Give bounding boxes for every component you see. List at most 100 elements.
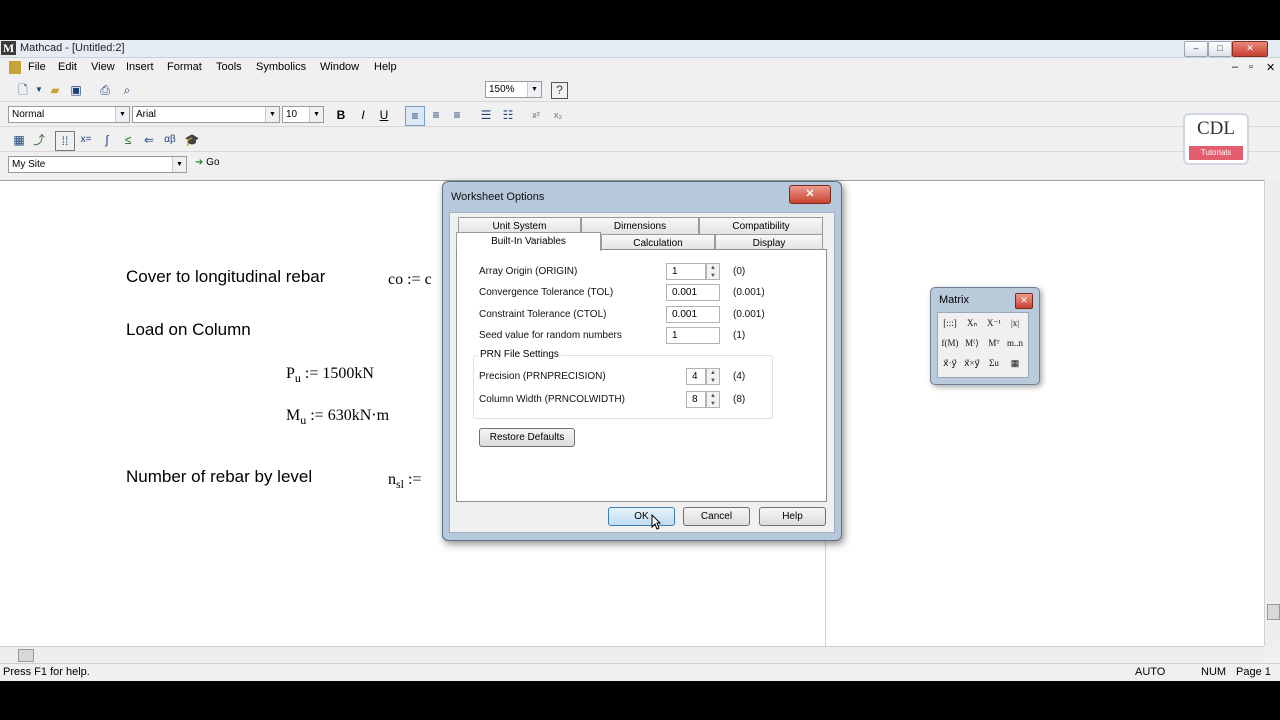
save-icon[interactable]: ▣ (67, 81, 85, 99)
status-page: Page 1 (1236, 666, 1271, 678)
menu-tools[interactable]: Tools (216, 61, 242, 73)
ctol-default: (0.001) (733, 309, 765, 320)
picture-icon[interactable]: ▦ (1005, 354, 1025, 372)
minimize-button[interactable]: – (1184, 41, 1208, 57)
tol-field[interactable]: 0.001 (666, 284, 720, 301)
precision-spinner[interactable]: ▲ ▼ (706, 368, 720, 385)
underline-button[interactable]: U (375, 106, 393, 124)
symbolic-icon[interactable]: 🎓 (183, 131, 201, 149)
colwidth-field[interactable]: 8 (686, 391, 706, 408)
close-button[interactable]: ✕ (1232, 41, 1268, 57)
calculus-icon[interactable]: ∫ (98, 131, 116, 149)
status-help-text: Press F1 for help. (3, 666, 90, 678)
dialog-close-button[interactable]: ✕ (789, 185, 831, 204)
open-icon[interactable]: ▰ (46, 81, 64, 99)
zoom-select[interactable]: 150% ▼ (485, 81, 542, 98)
menu-help[interactable]: Help (374, 61, 397, 73)
font-select[interactable]: Arial ▼ (132, 106, 280, 123)
dot-product-icon[interactable]: x⃗·y⃗ (940, 354, 960, 372)
ctol-label: Constraint Tolerance (CTOL) (479, 309, 607, 320)
menu-edit[interactable]: Edit (58, 61, 77, 73)
greek-icon[interactable]: αβ (161, 131, 179, 149)
vectorize-icon[interactable]: f(M) (940, 334, 960, 352)
superscript-icon[interactable]: x² (527, 106, 545, 124)
menu-view[interactable]: View (91, 61, 115, 73)
restore-defaults-button[interactable]: Restore Defaults (479, 428, 575, 447)
programming-icon[interactable]: ⇐ (140, 131, 158, 149)
mu-definition[interactable]: Mu := 630kN·m (286, 407, 389, 428)
subscript-icon[interactable]: x₂ (549, 106, 567, 124)
cover-label[interactable]: Cover to longitudinal rebar (126, 267, 325, 287)
help-button[interactable]: Help (759, 507, 826, 526)
doc-minimize-button[interactable]: – (1232, 61, 1238, 73)
matrix-inverse-icon[interactable]: X⁻¹ (984, 314, 1004, 332)
menu-insert[interactable]: Insert (126, 61, 154, 73)
doc-close-button[interactable]: ✕ (1266, 61, 1275, 74)
tab-compatibility[interactable]: Compatibility (699, 217, 823, 234)
origin-field[interactable]: 1 (666, 263, 706, 280)
pu-definition[interactable]: Pu := 1500kN (286, 365, 374, 386)
prn-file-settings-group: PRN File Settings (473, 349, 773, 419)
bold-button[interactable]: B (332, 106, 350, 124)
ok-button[interactable]: OK (608, 507, 675, 526)
colwidth-default: (8) (733, 394, 746, 405)
menu-window[interactable]: Window (320, 61, 359, 73)
cdl-watermark: CDL Tutorials (1183, 113, 1249, 165)
resources-toolbar: My Site ▼ ➜ Go (0, 153, 1280, 177)
italic-button[interactable]: I (354, 106, 372, 124)
document-icon[interactable] (9, 61, 21, 74)
seed-field[interactable]: 1 (666, 327, 720, 344)
co-definition[interactable]: co := c (388, 271, 432, 289)
dialog-title: Worksheet Options (451, 191, 545, 203)
horizontal-scrollbar[interactable] (0, 646, 1264, 662)
horizontal-scroll-thumb[interactable] (18, 649, 34, 662)
rebar-label[interactable]: Number of rebar by level (126, 467, 312, 487)
colwidth-spinner[interactable]: ▲ ▼ (706, 391, 720, 408)
nsl-definition[interactable]: nsl := (388, 471, 421, 492)
matrix-subscript-icon[interactable]: Xₙ (962, 314, 982, 332)
title-bar: M Mathcad - [Untitled:2] – □ ✕ (0, 40, 1280, 58)
doc-restore-button[interactable]: ▫ (1249, 61, 1253, 73)
cross-product-icon[interactable]: x⃗×y⃗ (962, 354, 982, 372)
maximize-button[interactable]: □ (1208, 41, 1232, 57)
tab-built-in-variables[interactable]: Built-In Variables (456, 232, 601, 251)
menu-symbolics[interactable]: Symbolics (256, 61, 306, 73)
align-right-icon[interactable]: ≡ (448, 106, 466, 124)
ctol-field[interactable]: 0.001 (666, 306, 720, 323)
matrix-toolbar-icon[interactable]: ⁞⁞ (55, 131, 75, 151)
origin-spinner[interactable]: ▲ ▼ (706, 263, 720, 280)
vertical-scrollbar[interactable] (1264, 180, 1280, 646)
align-center-icon[interactable]: ≡ (427, 106, 445, 124)
print-icon[interactable]: ⎙ (96, 81, 114, 99)
bullets-icon[interactable]: ☰ (477, 106, 495, 124)
vertical-scroll-thumb[interactable] (1267, 604, 1280, 620)
matrix-determinant-icon[interactable]: |x| (1005, 314, 1025, 332)
matrix-palette-title: Matrix (939, 294, 969, 306)
range-variable-icon[interactable]: m..n (1005, 334, 1025, 352)
graph-icon[interactable]: ⤴ (30, 131, 48, 149)
cancel-button[interactable]: Cancel (683, 507, 750, 526)
vector-sum-icon[interactable]: Σu (984, 354, 1004, 372)
help-icon[interactable]: ? (551, 82, 568, 99)
precision-field[interactable]: 4 (686, 368, 706, 385)
evaluation-icon[interactable]: x= (77, 131, 95, 149)
calculator-icon[interactable]: ▦ (10, 131, 28, 149)
matrix-column-icon[interactable]: M⁽⟩ (962, 334, 982, 352)
status-auto: AUTO (1135, 666, 1166, 678)
style-select[interactable]: Normal ▼ (8, 106, 130, 123)
site-select[interactable]: My Site ▼ (8, 156, 187, 173)
matrix-palette-close-button[interactable]: ✕ (1015, 293, 1033, 309)
align-left-icon[interactable]: ≡ (405, 106, 425, 126)
go-button[interactable]: ➜ Go (195, 157, 220, 168)
matrix-insert-icon[interactable]: [:::] (940, 314, 960, 332)
menu-file[interactable]: File (28, 61, 46, 73)
font-size-select[interactable]: 10 ▼ (282, 106, 324, 123)
prn-group-label: PRN File Settings (478, 349, 561, 360)
pu-val: := 1500kN (300, 365, 374, 382)
boolean-icon[interactable]: ≤ (119, 131, 137, 149)
print-preview-icon[interactable]: ⌕ (118, 81, 136, 99)
numbering-icon[interactable]: ☷ (499, 106, 517, 124)
menu-format[interactable]: Format (167, 61, 202, 73)
matrix-transpose-icon[interactable]: Mᵀ (984, 334, 1004, 352)
load-label[interactable]: Load on Column (126, 320, 251, 340)
